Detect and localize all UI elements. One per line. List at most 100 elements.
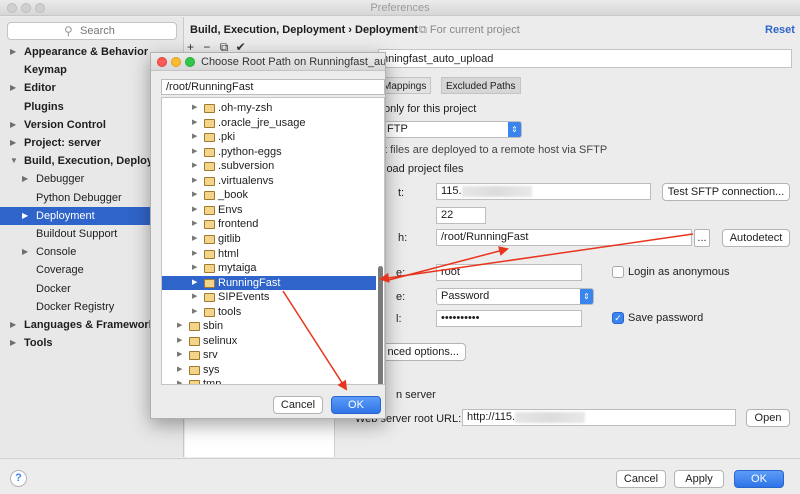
tree-row-python-eggs[interactable]: ▶ .python-eggs [162, 145, 376, 160]
chevron-right-icon[interactable]: ▶ [22, 243, 28, 261]
sidebar-item-label: Docker Registry [36, 300, 115, 313]
dialog-close-button[interactable] [157, 57, 167, 67]
chevron-right-icon[interactable]: ▶ [177, 319, 182, 334]
chevron-right-icon[interactable]: ▶ [10, 43, 16, 61]
host-label: t: [398, 187, 405, 199]
dialog-cancel-button[interactable]: Cancel [273, 396, 323, 414]
chevron-right-icon[interactable]: ▶ [10, 334, 16, 352]
dialog-ok-button[interactable]: OK [331, 396, 381, 414]
root-path-label: h: [398, 232, 408, 244]
chevron-right-icon[interactable]: ▶ [192, 217, 197, 232]
advanced-options-button[interactable]: nced options... [382, 343, 466, 361]
tree-row-virtualenvs[interactable]: ▶ .virtualenvs [162, 174, 376, 189]
anonymous-checkbox[interactable] [612, 266, 624, 278]
tree-row-label: sbin [203, 320, 224, 333]
port-field[interactable]: 22 [436, 207, 486, 224]
dialog-zoom-button[interactable] [185, 57, 195, 67]
chevron-right-icon[interactable]: ▶ [192, 188, 197, 203]
chevron-right-icon[interactable]: ▶ [192, 232, 197, 247]
tree-row-mytaiga[interactable]: ▶ mytaiga [162, 261, 376, 276]
folder-icon [189, 365, 200, 375]
chevron-right-icon[interactable]: ▶ [192, 276, 197, 291]
chevron-right-icon[interactable]: ▶ [192, 159, 197, 174]
chevron-right-icon[interactable]: ▶ [10, 116, 16, 134]
tree-row-subversion[interactable]: ▶ .subversion [162, 159, 376, 174]
tree-row-sipevents[interactable]: ▶ SIPEvents [162, 290, 376, 305]
tree-row-selinux[interactable]: ▶ selinux [162, 334, 376, 349]
apply-button[interactable]: Apply [674, 470, 724, 488]
tree-row-label: sys [203, 363, 220, 376]
password-field[interactable]: •••••••••• [436, 310, 582, 327]
tree-row-tmp[interactable]: ▶ tmp [162, 377, 376, 384]
search-input[interactable] [80, 24, 170, 38]
server-type-value: FTP [387, 123, 408, 135]
chevron-right-icon[interactable]: ▶ [192, 261, 197, 276]
tree-row-runningfast[interactable]: ▶ RunningFast [162, 275, 376, 291]
chevron-right-icon[interactable]: ▶ [192, 130, 197, 145]
server-type-select[interactable]: FTP ⇕ [382, 121, 522, 138]
tree-scroll-thumb[interactable] [378, 266, 383, 384]
remote-folder-tree[interactable]: ▶ .oh-my-zsh ▶ .oracle_jre_usage ▶ .pki ▶ .pyth… [161, 97, 385, 385]
chevron-right-icon[interactable]: ▶ [192, 203, 197, 218]
chevron-right-icon[interactable]: ▶ [177, 363, 182, 378]
host-field[interactable]: 115. [436, 183, 651, 200]
search-box[interactable]: ⚲ [7, 22, 177, 40]
sidebar-item-label: Version Control [24, 118, 106, 131]
search-icon: ⚲ [64, 24, 73, 38]
tree-row-sys[interactable]: ▶ sys [162, 363, 376, 378]
folder-icon [189, 336, 200, 346]
open-url-button[interactable]: Open [746, 409, 790, 427]
chevron-down-icon[interactable]: ▼ [10, 152, 18, 170]
root-path-field[interactable]: /root/RunningFast [436, 229, 692, 246]
tree-row-pki[interactable]: ▶ .pki [162, 130, 376, 145]
sidebar-item-label: Python Debugger [36, 191, 122, 204]
username-field[interactable]: root [436, 264, 582, 281]
tree-row-envs[interactable]: ▶ Envs [162, 203, 376, 218]
chevron-right-icon[interactable]: ▶ [10, 134, 16, 152]
chevron-right-icon[interactable]: ▶ [177, 377, 182, 384]
chevron-right-icon[interactable]: ▶ [192, 247, 197, 262]
tab-mappings[interactable]: Mappings [378, 77, 432, 94]
chevron-right-icon[interactable]: ▶ [192, 101, 197, 116]
autodetect-button[interactable]: Autodetect [722, 229, 790, 247]
chevron-right-icon[interactable]: ▶ [10, 79, 16, 97]
server-name-field[interactable]: nningfast_auto_upload [378, 49, 792, 68]
chevron-right-icon[interactable]: ▶ [192, 174, 197, 189]
chevron-right-icon[interactable]: ▶ [177, 334, 182, 349]
chevron-right-icon[interactable]: ▶ [192, 305, 197, 320]
save-password-checkbox[interactable]: ✓ [612, 312, 624, 324]
tree-row-label: selinux [203, 334, 238, 347]
tree-row-label: .subversion [218, 160, 275, 173]
dialog-path-field[interactable]: /root/RunningFast [161, 79, 385, 95]
tree-row-html[interactable]: ▶ html [162, 247, 376, 262]
chevron-right-icon[interactable]: ▶ [22, 207, 28, 225]
chevron-right-icon[interactable]: ▶ [10, 316, 16, 334]
auth-type-select[interactable]: Password ⇕ [436, 288, 594, 305]
ok-button[interactable]: OK [734, 470, 784, 488]
tree-row-frontend[interactable]: ▶ frontend [162, 217, 376, 232]
browse-root-button[interactable]: ... [694, 229, 710, 247]
tree-row-sbin[interactable]: ▶ sbin [162, 319, 376, 334]
reset-link[interactable]: Reset [765, 24, 795, 36]
tree-row-oh-my-zsh[interactable]: ▶ .oh-my-zsh [162, 101, 376, 116]
tab-excluded-paths[interactable]: Excluded Paths [441, 77, 521, 94]
tree-row-tools[interactable]: ▶ tools [162, 305, 376, 320]
tree-row-oracle-jre-usage[interactable]: ▶ .oracle_jre_usage [162, 116, 376, 131]
visible-only-label: only for this project [384, 103, 477, 115]
tree-row-gitlib[interactable]: ▶ gitlib [162, 232, 376, 247]
web-root-field[interactable]: http://115. [462, 409, 736, 426]
chevron-right-icon[interactable]: ▶ [192, 145, 197, 160]
chevron-right-icon[interactable]: ▶ [22, 170, 28, 188]
test-sftp-button[interactable]: Test SFTP connection... [662, 183, 790, 201]
help-button[interactable]: ? [10, 470, 27, 487]
tree-row-srv[interactable]: ▶ srv [162, 348, 376, 363]
tree-row-book[interactable]: ▶ _book [162, 188, 376, 203]
chevron-right-icon[interactable]: ▶ [177, 348, 182, 363]
sidebar-item-label: Plugins [24, 100, 64, 113]
chevron-right-icon[interactable]: ▶ [192, 290, 197, 305]
chevron-right-icon[interactable]: ▶ [192, 116, 197, 131]
cancel-button[interactable]: Cancel [616, 470, 666, 488]
tree-scrollbar[interactable] [377, 100, 384, 384]
auth-type-value: Password [441, 290, 490, 302]
dialog-minimize-button[interactable] [171, 57, 181, 67]
